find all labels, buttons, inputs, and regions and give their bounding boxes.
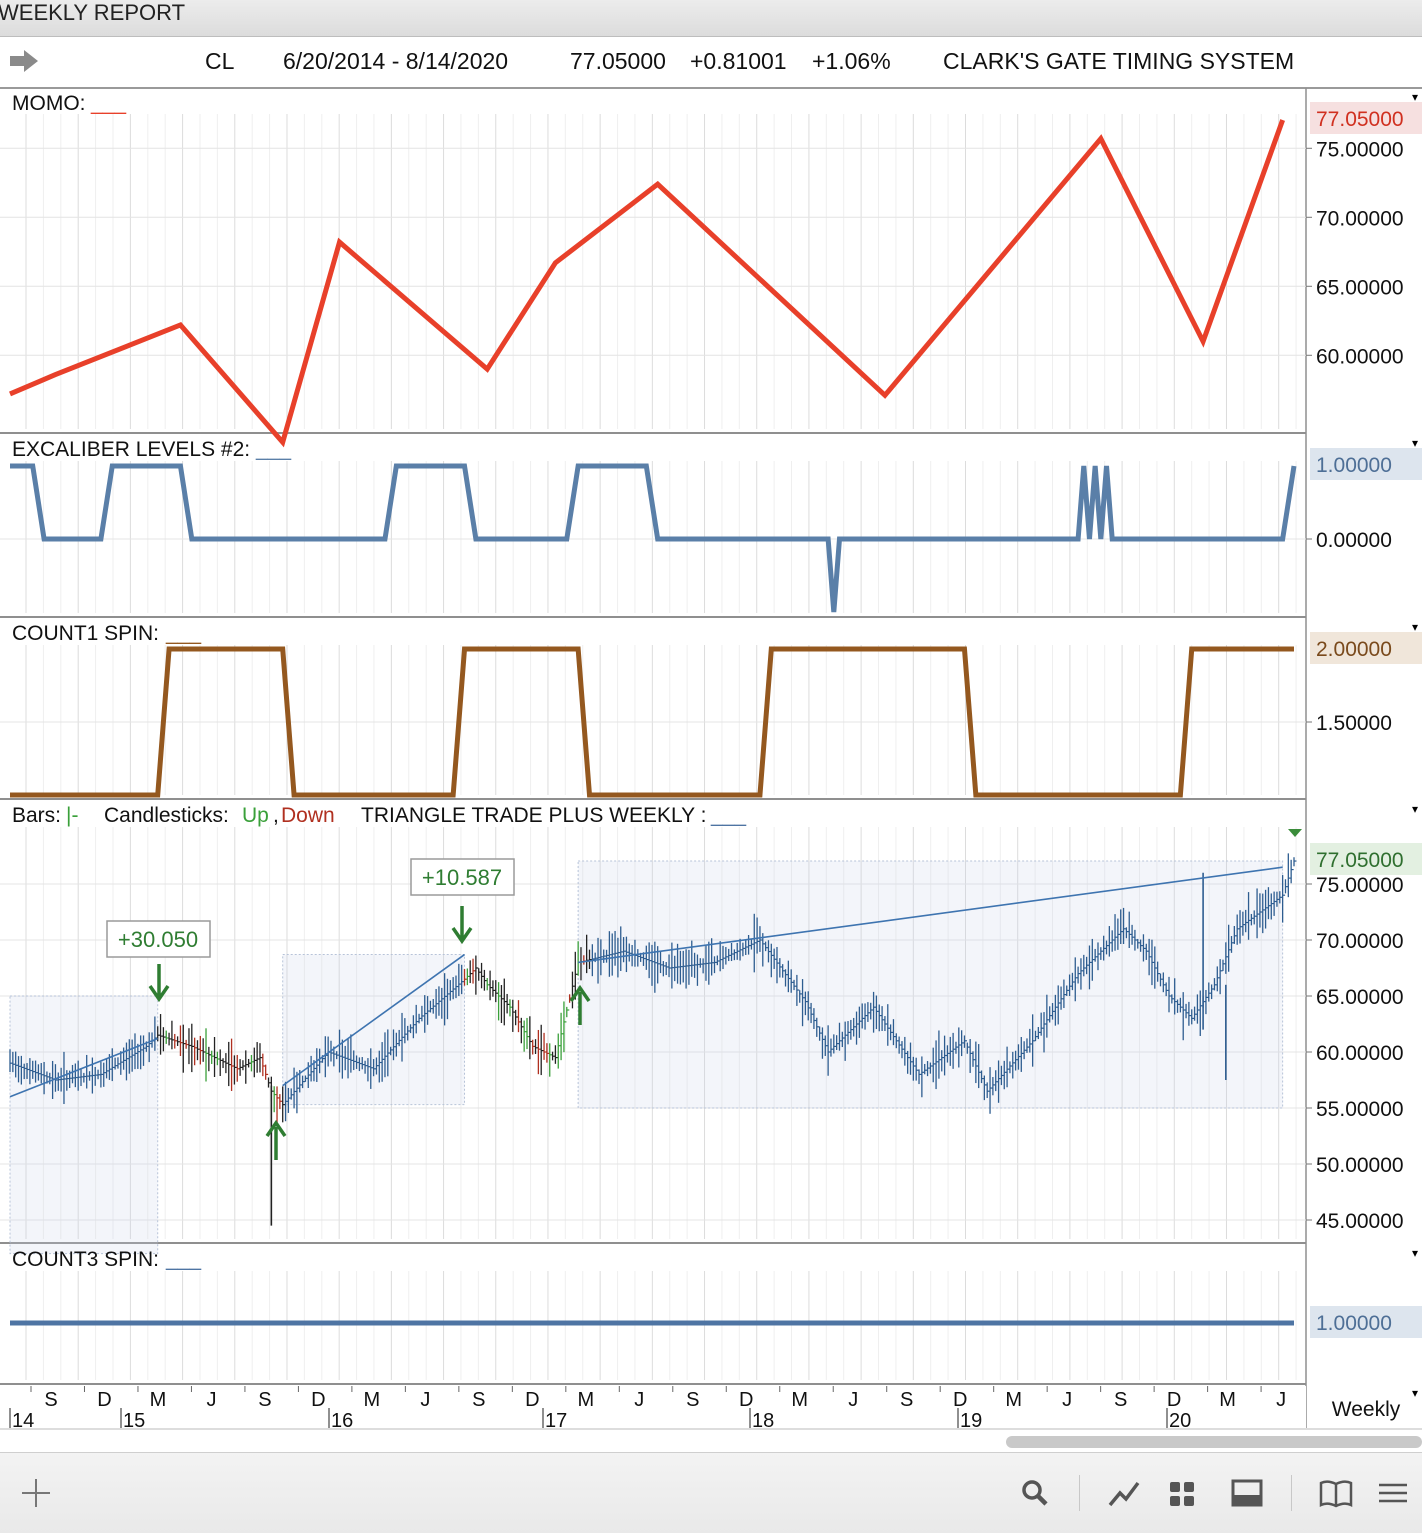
timeframe-label[interactable]: Weekly bbox=[1332, 1398, 1401, 1421]
candle-up-label: Up bbox=[242, 804, 269, 827]
month-label: M bbox=[1005, 1389, 1022, 1411]
time-axis-bg bbox=[0, 1386, 1306, 1430]
line-chart-icon[interactable] bbox=[1104, 1473, 1144, 1513]
price-legend: Bars: |- Candlesticks: Up , Down TRIANGL… bbox=[12, 804, 746, 827]
indicator-legend-swatch: ___ bbox=[710, 804, 746, 827]
month-label: D bbox=[1167, 1389, 1181, 1411]
menu-icon[interactable] bbox=[1373, 1473, 1413, 1513]
momo-series-line bbox=[9, 119, 1285, 448]
legend-comma: , bbox=[273, 804, 279, 827]
momo-last-value: 77.05000 bbox=[1316, 108, 1404, 131]
month-label: J bbox=[420, 1389, 430, 1411]
bottom-toolbar bbox=[0, 1452, 1422, 1533]
annotation-1: +30.050 bbox=[106, 920, 211, 958]
price-menu-caret-icon[interactable]: ▾ bbox=[1412, 802, 1418, 816]
count3-panel: COUNT3 SPIN: ___ 1.00000 ▾ bbox=[10, 1246, 1422, 1338]
month-label: D bbox=[953, 1389, 967, 1411]
candlesticks-label: Candlesticks: bbox=[104, 804, 229, 827]
book-icon[interactable] bbox=[1316, 1473, 1356, 1513]
triangle-box-2 bbox=[282, 954, 466, 1106]
month-label: S bbox=[258, 1389, 271, 1411]
momo-axis: 75.00000 70.00000 65.00000 60.00000 bbox=[0, 138, 1404, 368]
count3-last-value-tag: 1.00000 bbox=[1310, 1306, 1422, 1338]
month-label: D bbox=[525, 1389, 539, 1411]
axis-tick-label: 1.50000 bbox=[1316, 712, 1392, 735]
bars-glyph: |- bbox=[66, 804, 78, 827]
indicator-label: TRIANGLE TRADE PLUS WEEKLY : bbox=[361, 804, 706, 827]
candle-down-label: Down bbox=[281, 804, 335, 827]
toolbar-divider-2 bbox=[1291, 1475, 1292, 1511]
count1-last-value-tag: 2.00000 bbox=[1310, 632, 1422, 664]
count3-label: COUNT3 SPIN: bbox=[12, 1248, 159, 1271]
axis-tick-label: 70.00000 bbox=[1316, 207, 1404, 230]
month-label: M bbox=[364, 1389, 381, 1411]
month-label: S bbox=[44, 1389, 57, 1411]
month-label: M bbox=[577, 1389, 594, 1411]
month-label: M bbox=[150, 1389, 167, 1411]
axis-tick-label: 75.00000 bbox=[1316, 874, 1404, 897]
momo-menu-caret-icon[interactable]: ▾ bbox=[1412, 90, 1418, 104]
horizontal-scrollbar[interactable] bbox=[1006, 1436, 1422, 1448]
month-label: M bbox=[791, 1389, 808, 1411]
chart-area[interactable]: MOMO: ___ 75.00000 70.00000 65.00000 60.000… bbox=[0, 0, 1422, 1452]
price-last-value: 77.05000 bbox=[1316, 849, 1404, 872]
bars-label: Bars: bbox=[12, 804, 61, 827]
count3-menu-caret-icon[interactable]: ▾ bbox=[1412, 1246, 1418, 1260]
excaliber-label: EXCALIBER LEVELS #2: bbox=[12, 438, 250, 461]
month-label: S bbox=[686, 1389, 699, 1411]
axis-tick-label: 60.00000 bbox=[1316, 1042, 1404, 1065]
month-label: D bbox=[97, 1389, 111, 1411]
axis-tick-label: 60.00000 bbox=[1316, 345, 1404, 368]
axis-tick-label: 0.00000 bbox=[1316, 529, 1392, 552]
annotation-2-label: +10.587 bbox=[422, 865, 502, 890]
excaliber-legend-swatch: ___ bbox=[255, 438, 291, 461]
search-icon[interactable] bbox=[1015, 1473, 1055, 1513]
axis-tick-label: 55.00000 bbox=[1316, 1098, 1404, 1121]
grid-lines bbox=[25, 114, 1297, 1380]
month-label: S bbox=[472, 1389, 485, 1411]
month-label: J bbox=[634, 1389, 644, 1411]
axis-tick-label: 65.00000 bbox=[1316, 986, 1404, 1009]
timeframe-caret-icon[interactable]: ▾ bbox=[1412, 1386, 1418, 1400]
axis-tick-label: 65.00000 bbox=[1316, 276, 1404, 299]
last-bar-marker-icon bbox=[1288, 829, 1302, 837]
axis-tick-label: 75.00000 bbox=[1316, 138, 1404, 161]
annotation-1-label: +30.050 bbox=[118, 927, 198, 952]
month-label: J bbox=[206, 1389, 216, 1411]
grid-layout-icon[interactable] bbox=[1163, 1473, 1203, 1513]
excaliber-last-value: 1.00000 bbox=[1316, 454, 1392, 477]
axis-tick-label: 70.00000 bbox=[1316, 930, 1404, 953]
axis-tick-label: 50.00000 bbox=[1316, 1154, 1404, 1177]
month-label: M bbox=[1219, 1389, 1236, 1411]
count1-legend-swatch: ___ bbox=[165, 622, 201, 645]
panel-borders bbox=[0, 88, 1307, 1428]
excaliber-last-value-tag: 1.00000 bbox=[1310, 448, 1422, 480]
time-axis: S D M J S D M J S D M J S D M J S D M J S D M J14 15 16 17 18 19 20 bbox=[0, 1386, 1422, 1432]
annotation-2: +10.587 bbox=[410, 858, 515, 896]
month-label: J bbox=[1062, 1389, 1072, 1411]
count3-legend-swatch: ___ bbox=[165, 1248, 201, 1271]
price-last-value-tag: 77.05000 bbox=[1310, 843, 1422, 875]
count1-label: COUNT1 SPIN: bbox=[12, 622, 159, 645]
add-icon[interactable] bbox=[16, 1473, 56, 1513]
axis-tick-label: 45.00000 bbox=[1316, 1210, 1404, 1233]
month-label: J bbox=[848, 1389, 858, 1411]
count1-last-value: 2.00000 bbox=[1316, 638, 1392, 661]
momo-legend-swatch: ___ bbox=[90, 92, 126, 115]
month-label: J bbox=[1276, 1389, 1286, 1411]
month-label: S bbox=[1114, 1389, 1127, 1411]
count1-menu-caret-icon[interactable]: ▾ bbox=[1412, 620, 1418, 634]
sell-arrow-2-icon bbox=[451, 906, 473, 945]
excaliber-menu-caret-icon[interactable]: ▾ bbox=[1412, 436, 1418, 450]
month-label: D bbox=[311, 1389, 325, 1411]
month-label: S bbox=[900, 1389, 913, 1411]
momo-label: MOMO: bbox=[12, 92, 86, 115]
month-label: D bbox=[739, 1389, 753, 1411]
count3-last-value: 1.00000 bbox=[1316, 1312, 1392, 1335]
momo-last-value-tag: 77.05000 bbox=[1310, 102, 1422, 134]
toolbar-divider bbox=[1079, 1475, 1080, 1511]
panel-layout-icon[interactable] bbox=[1227, 1473, 1267, 1513]
